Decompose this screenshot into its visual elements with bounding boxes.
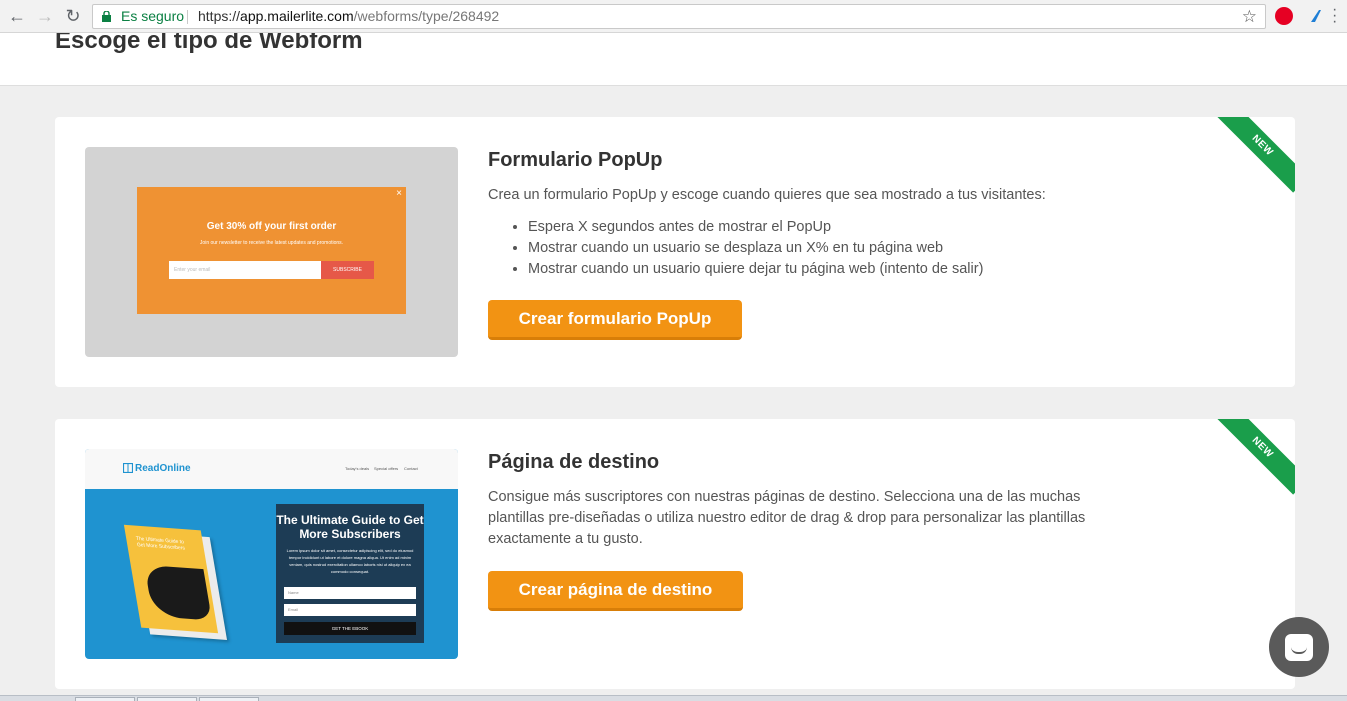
- browser-menu-icon[interactable]: · · ·: [1332, 2, 1337, 30]
- taskbar-item[interactable]: [75, 697, 135, 701]
- chat-launcher-button[interactable]: [1269, 617, 1329, 677]
- create-popup-button[interactable]: Crear formulario PopUp: [488, 300, 742, 340]
- landing-logo: ReadOnline: [135, 463, 191, 474]
- card-description: Crea un formulario PopUp y escoge cuando…: [488, 187, 1046, 203]
- popup-form-card: NEW × Get 30% off your first order Join …: [55, 117, 1295, 387]
- browser-toolbar: ← → ↻ Es seguro https://app.mailerlite.c…: [0, 0, 1347, 33]
- book-logo-icon: [123, 463, 133, 473]
- landing-mock-header: ReadOnline Today's deals Special offers …: [85, 449, 458, 489]
- close-icon: ×: [396, 188, 402, 199]
- back-arrow-icon[interactable]: ←: [7, 6, 27, 26]
- pinterest-extension-icon[interactable]: [1275, 7, 1293, 25]
- book-cover-title: The Ultimate Guide to Get More Subscribe…: [135, 535, 186, 552]
- card-description: Consigue más suscriptores con nuestras p…: [488, 489, 1086, 547]
- page-title: Escoge el tipo de Webform: [55, 33, 363, 54]
- landing-box-title: The Ultimate Guide to Get More Subscribe…: [276, 513, 424, 541]
- extension-icon[interactable]: [1307, 7, 1325, 25]
- landing-nav-item: Today's deals: [345, 466, 370, 471]
- landing-nav-item: Special offers: [374, 466, 399, 471]
- list-item: Espera X segundos antes de mostrar el Po…: [528, 217, 983, 238]
- card-title: Formulario PopUp: [488, 149, 663, 171]
- landing-ebook-button: GET THE EBOOK: [284, 622, 416, 635]
- bookmark-star-icon[interactable]: ☆: [1242, 5, 1257, 28]
- url-text[interactable]: https://app.mailerlite.com/webforms/type…: [198, 5, 499, 28]
- omnibox-divider: [187, 10, 188, 24]
- create-landing-page-button[interactable]: Crear página de destino: [488, 571, 743, 611]
- chat-icon: [1285, 634, 1313, 661]
- popup-preview-image: × Get 30% off your first order Join our …: [85, 147, 458, 357]
- reload-icon[interactable]: ↻: [63, 6, 83, 26]
- chat-smile: [1291, 647, 1307, 654]
- new-badge: NEW: [1215, 117, 1295, 193]
- landing-page-card: NEW ReadOnline Today's deals Special off…: [55, 419, 1295, 689]
- landing-box-text: Lorem ipsum dolor sit amet, consectetur …: [286, 548, 414, 574]
- list-item: Mostrar cuando un usuario quiere dejar t…: [528, 259, 983, 280]
- new-badge: NEW: [1215, 419, 1295, 495]
- landing-nav-item: Contact: [404, 466, 418, 471]
- landing-signup-box: The Ultimate Guide to Get More Subscribe…: [276, 504, 424, 643]
- secure-label: Es seguro: [121, 8, 185, 24]
- taskbar-item[interactable]: [137, 697, 197, 701]
- lock-icon: [102, 11, 111, 22]
- ebook-cover-image: The Ultimate Guide to Get More Subscribe…: [123, 524, 219, 634]
- forward-arrow-icon[interactable]: →: [35, 6, 55, 26]
- popup-mockup: × Get 30% off your first order Join our …: [137, 187, 406, 314]
- list-item: Mostrar cuando un usuario se desplaza un…: [528, 238, 983, 259]
- popup-subheading: Join our newsletter to receive the lates…: [199, 240, 344, 246]
- popup-heading: Get 30% off your first order: [206, 221, 337, 232]
- address-bar[interactable]: Es seguro https://app.mailerlite.com/web…: [92, 4, 1266, 29]
- landing-email-field: Email: [284, 604, 416, 616]
- landing-preview-image: ReadOnline Today's deals Special offers …: [85, 449, 458, 659]
- card-title: Página de destino: [488, 451, 660, 473]
- popup-subscribe-button: SUBSCRIBE: [321, 261, 374, 279]
- landing-name-field: Name: [284, 587, 416, 599]
- popup-email-input: Enter your email: [169, 261, 321, 279]
- book-cover-shape: [144, 564, 213, 621]
- page-header: Escoge el tipo de Webform: [0, 33, 1347, 86]
- taskbar-item[interactable]: [199, 697, 259, 701]
- os-taskbar: [0, 695, 1347, 701]
- feature-list: Espera X segundos antes de mostrar el Po…: [528, 217, 983, 280]
